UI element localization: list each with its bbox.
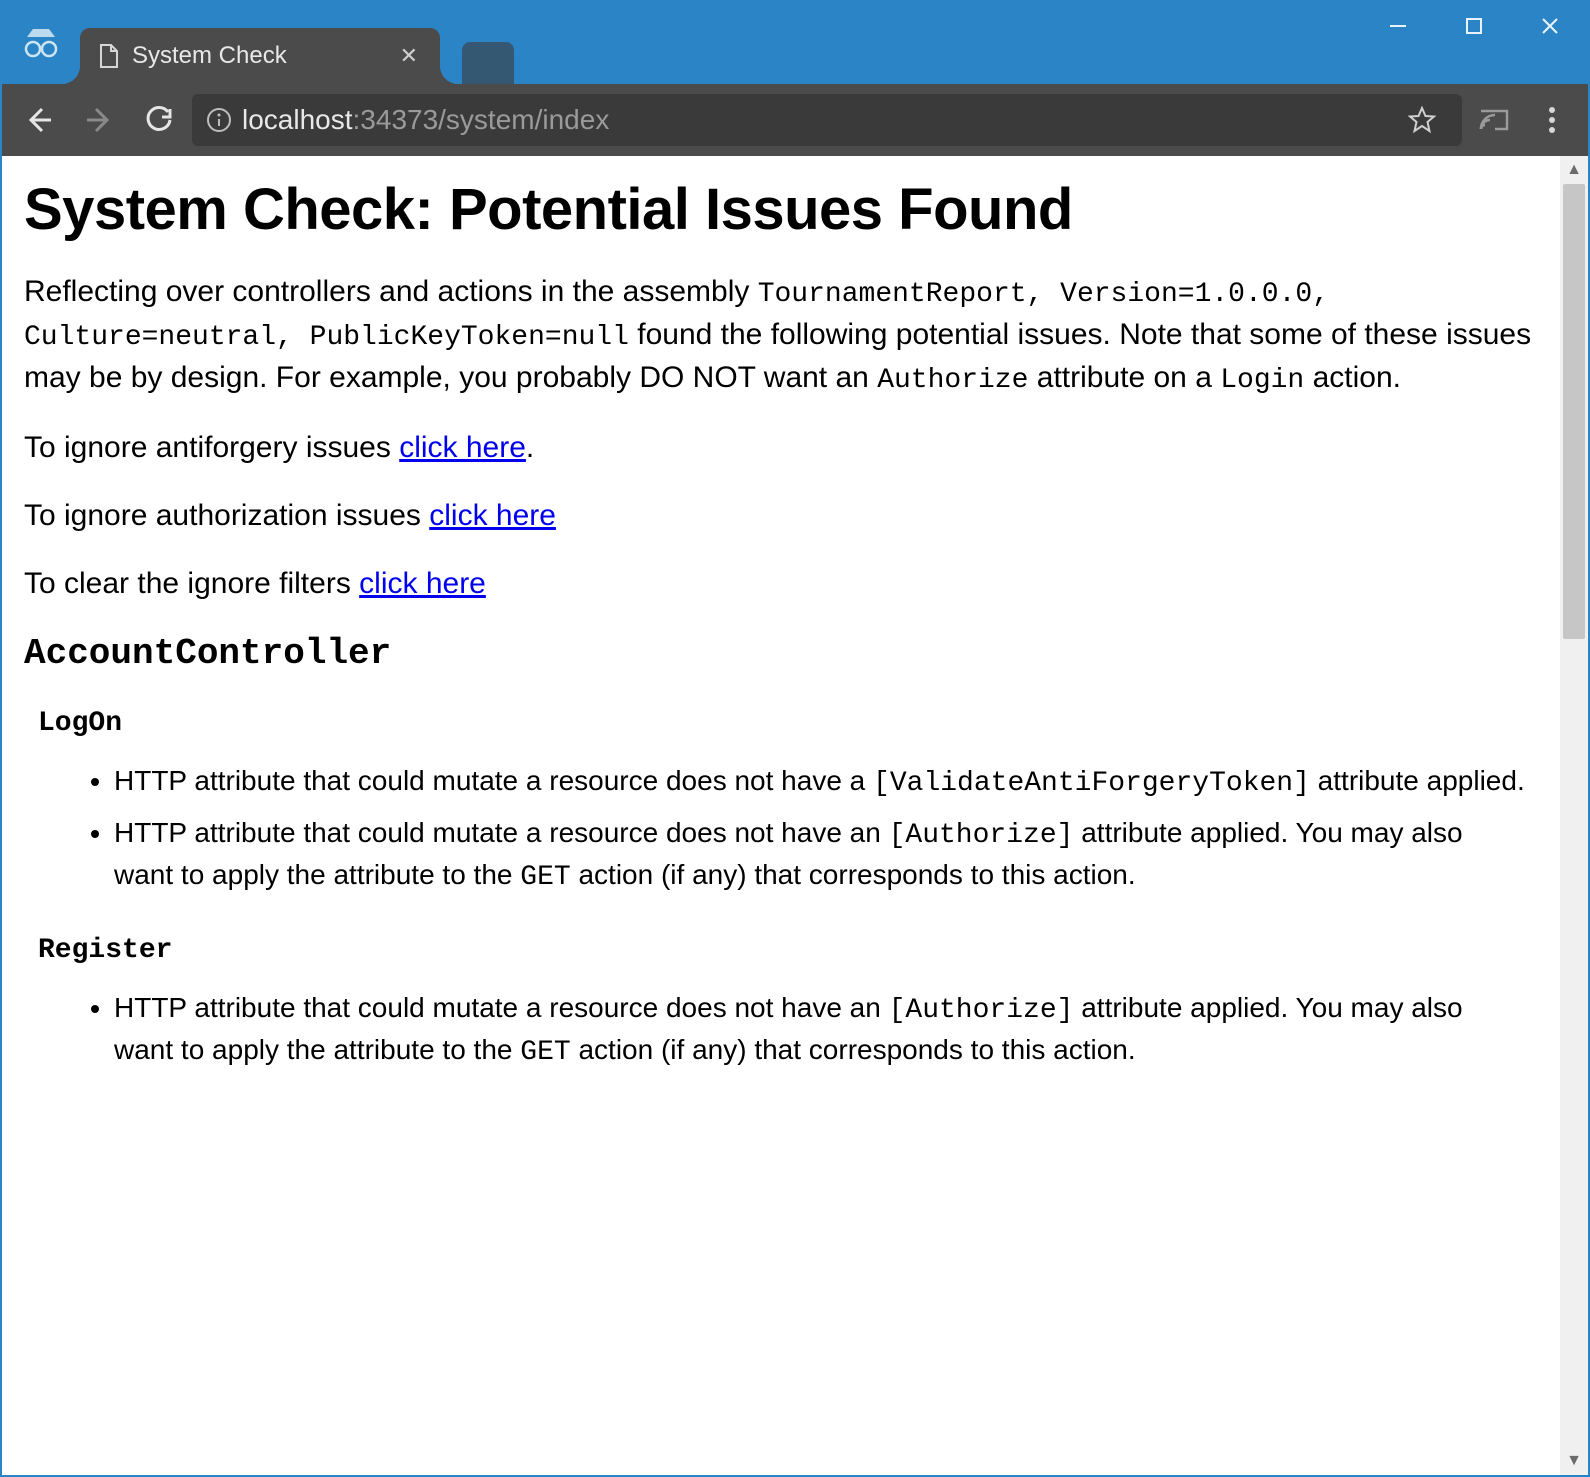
issue-text: action (if any) that corresponds to this… [571,1034,1136,1065]
close-window-button[interactable] [1512,2,1588,50]
forward-button[interactable] [72,93,126,147]
browser-window: System Check ✕ [0,0,1590,1477]
titlebar: System Check ✕ [2,2,1588,84]
info-icon[interactable] [206,107,232,133]
scroll-track[interactable] [1560,184,1588,1447]
titlebar-left: System Check ✕ [2,2,514,84]
window-controls [1360,2,1588,50]
p3-text: To ignore authorization issues [24,499,429,532]
issue-mono: GET [520,1037,570,1068]
tab-title: System Check [132,42,287,70]
issue-mono: [Authorize] [889,995,1074,1026]
scroll-thumb[interactable] [1563,184,1585,639]
action-logon-issues: HTTP attribute that could mutate a resou… [114,761,1538,898]
url-rest: :34373/system/index [353,104,610,136]
action-register-heading: Register [38,935,1538,966]
scroll-up-arrow-icon[interactable]: ▲ [1560,156,1588,184]
issue-mono: [ValidateAntiForgeryToken] [873,768,1310,799]
p2-text: To ignore antiforgery issues [24,431,399,464]
controller-heading: AccountController [24,633,1538,674]
action-register-issues: HTTP attribute that could mutate a resou… [114,988,1538,1072]
action-logon-heading: LogOn [38,708,1538,739]
maximize-button[interactable] [1436,2,1512,50]
vertical-scrollbar[interactable]: ▲ ▼ [1560,156,1588,1475]
page-icon [98,43,120,69]
minimize-button[interactable] [1360,2,1436,50]
clear-filters-link[interactable]: click here [359,567,486,600]
address-bar[interactable]: localhost:34373/system/index [192,94,1462,146]
bookmark-star-icon[interactable] [1396,94,1448,146]
p4-text: To clear the ignore filters [24,567,359,600]
intro-paragraph: Reflecting over controllers and actions … [24,271,1538,401]
issue-mono: [Authorize] [889,820,1074,851]
issue-text: HTTP attribute that could mutate a resou… [114,992,889,1023]
intro-mono-2: Authorize [877,365,1028,396]
issue-mono: GET [520,862,570,893]
list-item: HTTP attribute that could mutate a resou… [114,988,1538,1072]
ignore-antiforgery-line: To ignore antiforgery issues click here. [24,427,1538,469]
list-item: HTTP attribute that could mutate a resou… [114,761,1538,803]
new-tab-stub[interactable] [462,42,514,84]
cast-icon[interactable] [1468,94,1520,146]
scroll-down-arrow-icon[interactable]: ▼ [1560,1447,1588,1475]
intro-mono-3: Login [1220,365,1304,396]
viewport: System Check: Potential Issues Found Ref… [2,156,1588,1475]
clear-filters-line: To clear the ignore filters click here [24,563,1538,605]
back-button[interactable] [12,93,66,147]
ignore-authorization-line: To ignore authorization issues click her… [24,495,1538,537]
intro-text-3: attribute on a [1028,361,1220,394]
page-title: System Check: Potential Issues Found [24,176,1538,243]
ignore-authorization-link[interactable]: click here [429,499,556,532]
issue-text: HTTP attribute that could mutate a resou… [114,817,889,848]
ignore-antiforgery-link[interactable]: click here [399,431,526,464]
intro-text-1: Reflecting over controllers and actions … [24,275,758,308]
browser-tab[interactable]: System Check ✕ [80,28,440,84]
toolbar: localhost:34373/system/index [2,84,1588,156]
url-host: localhost [242,104,353,136]
p2-after: . [526,431,534,464]
issue-text: attribute applied. [1310,765,1525,796]
close-tab-icon[interactable]: ✕ [384,43,418,69]
intro-text-4: action. [1304,361,1401,394]
page-content: System Check: Potential Issues Found Ref… [2,156,1560,1475]
menu-button[interactable] [1526,94,1578,146]
list-item: HTTP attribute that could mutate a resou… [114,813,1538,897]
reload-button[interactable] [132,93,186,147]
issue-text: HTTP attribute that could mutate a resou… [114,765,873,796]
issue-text: action (if any) that corresponds to this… [571,859,1136,890]
